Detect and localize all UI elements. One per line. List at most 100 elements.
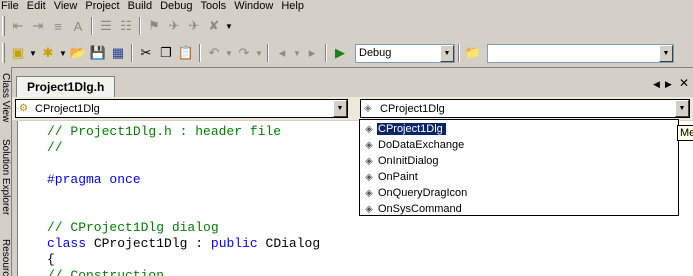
scroll-left-icon[interactable]: ◀ xyxy=(653,79,660,90)
menu-bar: File Edit View Project Build Debug Tools… xyxy=(0,0,693,13)
menu-view[interactable]: View xyxy=(51,0,83,13)
uncomment-lines-icon[interactable]: ☷ xyxy=(116,16,136,36)
start-icon[interactable]: ▶ xyxy=(330,43,350,63)
previous-bookmark-icon[interactable]: ✈ xyxy=(184,16,204,36)
class-icon: ⚙ xyxy=(19,103,28,114)
code-line: // CProject1Dlg dialog xyxy=(47,220,219,235)
method-icon: ◈ xyxy=(365,123,373,135)
toolbar-separator xyxy=(325,44,327,62)
code-line: // xyxy=(47,140,63,155)
toolbar-grip[interactable] xyxy=(2,43,5,63)
class-combo-value: CProject1Dlg xyxy=(35,102,100,115)
toolbar-separator xyxy=(267,44,269,62)
outdent-icon[interactable]: ⇤ xyxy=(8,16,28,36)
menu-file[interactable]: File xyxy=(0,0,24,13)
toggle-bookmark-icon[interactable]: ⚑ xyxy=(144,16,164,36)
menu-debug[interactable]: Debug xyxy=(157,0,197,13)
find-combo[interactable]: ▼ xyxy=(487,43,674,63)
word-wrap-icon[interactable]: A xyxy=(68,16,88,36)
member-list-item-label: OnPaint xyxy=(378,171,418,183)
chevron-down-icon[interactable]: ▼ xyxy=(254,43,264,63)
chevron-down-icon[interactable]: ▼ xyxy=(675,100,689,117)
chevron-down-icon[interactable]: ▼ xyxy=(28,43,38,63)
ide-window: File Edit View Project Build Debug Tools… xyxy=(0,0,693,276)
method-icon: ◈ xyxy=(365,171,373,183)
menu-project[interactable]: Project xyxy=(82,0,124,13)
member-combo[interactable]: ◈ CProject1Dlg ▼ xyxy=(360,99,690,118)
toolbar-grip[interactable] xyxy=(2,16,5,36)
configuration-value: Debug xyxy=(359,47,392,59)
undo-icon[interactable]: ↶ xyxy=(204,43,224,63)
resource-view-tab[interactable]: Resource xyxy=(0,239,11,276)
scroll-right-icon[interactable]: ▶ xyxy=(665,79,672,90)
copy-icon[interactable]: ❐ xyxy=(156,43,176,63)
toolbar-separator xyxy=(91,17,93,35)
chevron-down-icon[interactable]: ▼ xyxy=(58,43,68,63)
member-list-item[interactable]: ◈ OnPaint xyxy=(361,169,677,185)
side-tab-strip: Class View Solution Explorer Resource xyxy=(0,67,12,276)
text-editor-toolbar: ⇤ ⇥ ≡ A ☰ ☷ ⚑ ✈ ✈ ✘ ▼ xyxy=(0,13,693,39)
code-navigation-bar: ⚙ CProject1Dlg ▼ ◈ CProject1Dlg ▼ xyxy=(12,97,693,120)
code-line: // Construction xyxy=(47,268,165,276)
code-line: { xyxy=(47,252,55,267)
chevron-down-icon[interactable]: ▼ xyxy=(292,43,302,63)
new-project-icon[interactable]: ▣ xyxy=(8,43,28,63)
chevron-down-icon[interactable]: ▼ xyxy=(659,44,673,62)
toolbar-separator xyxy=(139,17,141,35)
member-list-item[interactable]: ◈ OnQueryDragIcon xyxy=(361,185,677,201)
toolbar-separator xyxy=(458,44,460,62)
member-combo-value: CProject1Dlg xyxy=(380,102,445,115)
paste-icon[interactable]: 📋 xyxy=(176,43,196,63)
menu-window[interactable]: Window xyxy=(231,0,278,13)
menu-tools[interactable]: Tools xyxy=(198,0,232,13)
member-dropdown-list: ◈ CProject1Dlg ◈ DoDataExchange ◈ OnInitDialo… xyxy=(359,119,679,216)
toolbar-separator xyxy=(131,44,133,62)
find-in-files-icon[interactable]: 📁 xyxy=(463,43,483,63)
next-bookmark-icon[interactable]: ✈ xyxy=(164,16,184,36)
class-view-tab[interactable]: Class View xyxy=(0,73,11,133)
member-list-item-label: OnInitDialog xyxy=(378,155,439,167)
comment-icon[interactable]: ≡ xyxy=(48,16,68,36)
member-list-item-label: OnSysCommand xyxy=(378,203,462,215)
navigate-forward-icon[interactable]: ▸ xyxy=(302,43,322,63)
method-icon: ◈ xyxy=(365,203,373,215)
chevron-down-icon[interactable]: ▼ xyxy=(333,100,347,117)
add-item-icon[interactable]: ✱ xyxy=(38,43,58,63)
open-file-icon[interactable]: 📂 xyxy=(68,43,88,63)
chevron-down-icon[interactable]: ▼ xyxy=(224,16,234,36)
redo-icon[interactable]: ↷ xyxy=(234,43,254,63)
member-list-item-label: DoDataExchange xyxy=(378,139,465,151)
member-list-item-label: CProject1Dlg xyxy=(377,123,446,135)
class-combo[interactable]: ⚙ CProject1Dlg ▼ xyxy=(15,99,348,118)
method-icon: ◈ xyxy=(365,155,373,167)
code-line: // Project1Dlg.h : header file xyxy=(47,124,282,139)
document-tab-bar: Project1Dlg.h ◀ ▶ ✕ xyxy=(12,73,693,101)
chevron-down-icon[interactable]: ▼ xyxy=(440,44,454,62)
method-icon: ◈ xyxy=(365,139,373,151)
toolbar-separator xyxy=(199,44,201,62)
cut-icon[interactable]: ✂ xyxy=(136,43,156,63)
chevron-down-icon[interactable]: ▼ xyxy=(224,43,234,63)
code-line: #pragma once xyxy=(47,172,141,187)
navigate-backward-icon[interactable]: ◂ xyxy=(272,43,292,63)
solution-configuration-combo[interactable]: Debug ▼ xyxy=(355,43,455,63)
comment-lines-icon[interactable]: ☰ xyxy=(96,16,116,36)
save-all-icon[interactable]: ▦ xyxy=(108,43,128,63)
clear-bookmarks-icon[interactable]: ✘ xyxy=(204,16,224,36)
method-icon: ◈ xyxy=(364,103,372,114)
member-list-item[interactable]: ◈ OnSysCommand xyxy=(361,201,677,217)
member-list-item[interactable]: ◈ OnInitDialog xyxy=(361,153,677,169)
menu-build[interactable]: Build xyxy=(125,0,157,13)
menu-help[interactable]: Help xyxy=(278,0,309,13)
member-list-item[interactable]: ◈ DoDataExchange xyxy=(361,137,677,153)
member-list-item-label: OnQueryDragIcon xyxy=(378,187,468,199)
save-icon[interactable]: 💾 xyxy=(88,43,108,63)
member-list-item[interactable]: ◈ CProject1Dlg xyxy=(361,121,677,137)
close-icon[interactable]: ✕ xyxy=(679,76,689,90)
indent-icon[interactable]: ⇥ xyxy=(28,16,48,36)
document-tab[interactable]: Project1Dlg.h xyxy=(16,76,116,97)
code-line-class: class CProject1Dlg : public CDialog xyxy=(47,236,321,251)
method-icon: ◈ xyxy=(365,187,373,199)
solution-explorer-tab[interactable]: Solution Explorer xyxy=(0,139,11,233)
menu-edit[interactable]: Edit xyxy=(24,0,51,13)
